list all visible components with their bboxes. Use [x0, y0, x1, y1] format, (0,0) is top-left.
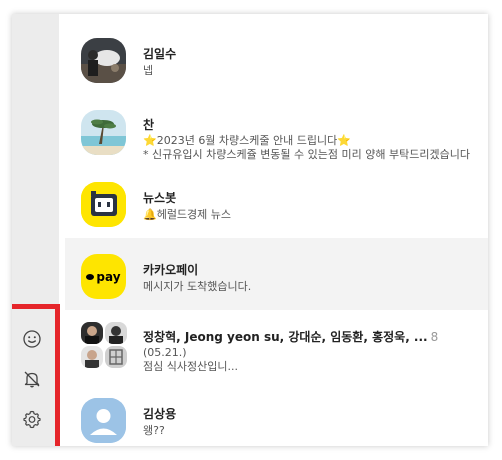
chat-participants: 정창혁, Jeong yeon su, 강대순, 임동환, 홍정욱, ...: [143, 330, 428, 344]
chat-item[interactable]: 찬 ⭐2023년 6월 차량스케줄 안내 드립니다⭐ * 신규유입시 차량스케쥴…: [65, 94, 488, 166]
kakaopay-avatar: pay: [81, 254, 126, 299]
chat-name: 김상용: [143, 407, 177, 421]
chat-preview: 넵: [143, 64, 154, 77]
chat-preview-line2: * 신규유입시 차량스케쥴 변동될 수 있는점 미리 양해 부탁드리겠습니다: [143, 148, 470, 161]
chat-preview-text: 2023년 6월 차량스케줄 안내 드립니다: [156, 134, 338, 147]
kakaopay-logo-text: pay: [96, 269, 121, 284]
group-avatar: [81, 322, 127, 368]
sidebar: [12, 14, 59, 446]
chat-preview: 🔔헤럴드경제 뉴스: [143, 208, 232, 221]
avatar: [105, 346, 127, 368]
newsbot-avatar: [81, 182, 126, 227]
chat-item[interactable]: 뉴스봇 🔔헤럴드경제 뉴스: [65, 166, 488, 238]
avatar: [81, 38, 126, 83]
star-icon: ⭐: [337, 134, 351, 147]
chat-preview: 메시지가 도착했습니다.: [143, 280, 252, 293]
chat-item[interactable]: 김일수 넵: [65, 22, 488, 94]
member-count: 8: [430, 330, 439, 344]
chat-item-active[interactable]: pay 카카오페이 메시지가 도착했습니다.: [65, 238, 488, 310]
avatar: [81, 322, 103, 344]
chat-name: 정창혁, Jeong yeon su, 강대순, 임동환, 홍정욱, ... 8: [143, 328, 438, 345]
chat-name: 김일수: [143, 47, 177, 61]
bell-off-icon[interactable]: [21, 368, 43, 390]
chat-preview: 왱??: [143, 424, 165, 437]
star-icon: ⭐: [143, 134, 157, 147]
avatar: [81, 346, 103, 368]
chat-preview-line2: 점심 식사정산입니...: [143, 360, 238, 373]
avatar: [81, 110, 126, 155]
chat-item[interactable]: 김상용 왱??: [65, 382, 488, 446]
emoticon-icon[interactable]: [21, 328, 43, 350]
chat-name: 카카오페이: [143, 263, 199, 277]
settings-icon[interactable]: [21, 408, 43, 430]
chat-list: 김일수 넵 찬 ⭐2023년 6월 차량스케줄 안내 드립니다⭐ * 신규유입시…: [65, 14, 488, 446]
chat-list-window: 김일수 넵 찬 ⭐2023년 6월 차량스케줄 안내 드립니다⭐ * 신규유입시…: [12, 14, 488, 446]
speech-bubble-icon: [86, 273, 95, 280]
chat-name: 찬: [143, 118, 155, 132]
avatar: [105, 322, 127, 344]
chat-preview: (05.21.): [143, 346, 187, 359]
chat-item-group[interactable]: 정창혁, Jeong yeon su, 강대순, 임동환, 홍정욱, ... 8 …: [65, 310, 488, 382]
chat-name: 뉴스봇: [143, 191, 177, 205]
chat-preview: ⭐2023년 6월 차량스케줄 안내 드립니다⭐: [143, 134, 488, 148]
default-avatar: [81, 398, 126, 443]
